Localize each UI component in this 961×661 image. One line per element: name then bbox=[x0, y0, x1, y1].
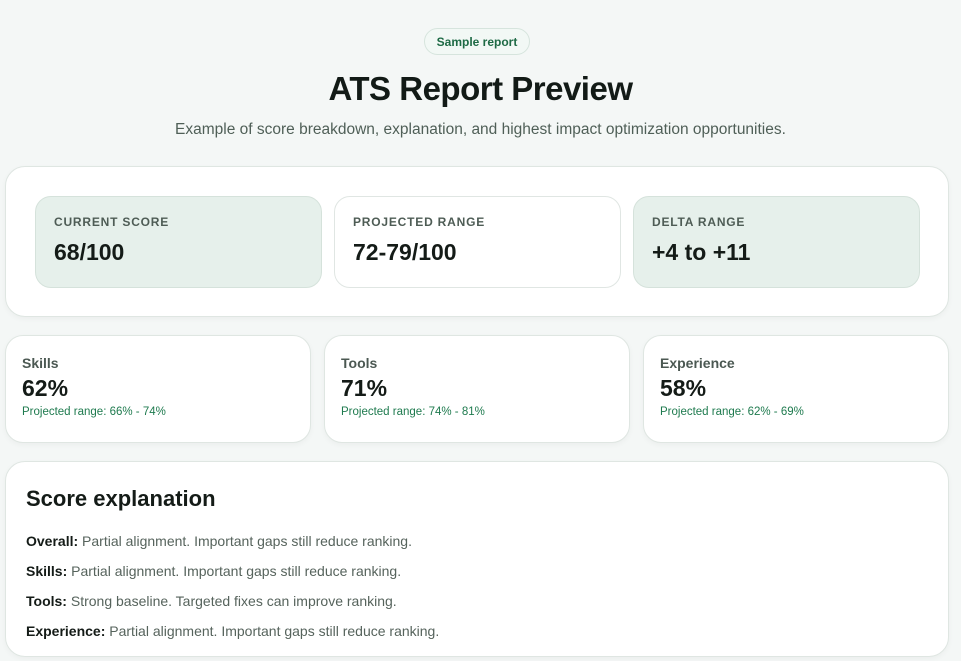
explanation-list: Overall: Partial alignment. Important ga… bbox=[26, 526, 928, 646]
category-projected-range: Projected range: 74% - 81% bbox=[341, 406, 485, 418]
explanation-text: Partial alignment. Important gaps still … bbox=[105, 623, 440, 639]
explanation-text: Strong baseline. Targeted fixes can impr… bbox=[66, 593, 397, 609]
category-projected-range: Projected range: 62% - 69% bbox=[660, 406, 804, 418]
category-projected-range: Projected range: 66% - 74% bbox=[22, 406, 166, 418]
stat-label: DELTA RANGE bbox=[652, 215, 746, 229]
category-name: Experience bbox=[660, 355, 735, 371]
sample-report-badge: Sample report bbox=[424, 28, 530, 55]
category-name: Skills bbox=[22, 355, 59, 371]
projected-range-stat: PROJECTED RANGE 72-79/100 bbox=[334, 196, 621, 288]
stat-value: 68/100 bbox=[54, 239, 125, 265]
explanation-row-experience: Experience: Partial alignment. Important… bbox=[26, 616, 928, 646]
category-name: Tools bbox=[341, 355, 378, 371]
explanation-text: Partial alignment. Important gaps still … bbox=[67, 563, 402, 579]
explanation-key: Tools: bbox=[26, 593, 67, 609]
stat-value: +4 to +11 bbox=[652, 239, 751, 265]
explanation-key: Experience: bbox=[26, 623, 106, 639]
category-percent: 71% bbox=[341, 375, 388, 401]
stat-value: 72-79/100 bbox=[353, 239, 457, 265]
skills-category-card: Skills 62% Projected range: 66% - 74% bbox=[5, 335, 311, 443]
explanation-row-tools: Tools: Strong baseline. Targeted fixes c… bbox=[26, 586, 928, 616]
experience-category-card: Experience 58% Projected range: 62% - 69… bbox=[643, 335, 949, 443]
score-summary-card: CURRENT SCORE 68/100 PROJECTED RANGE 72-… bbox=[5, 166, 949, 317]
delta-range-stat: DELTA RANGE +4 to +11 bbox=[633, 196, 920, 288]
tools-category-card: Tools 71% Projected range: 74% - 81% bbox=[324, 335, 630, 443]
report-preview-page: Sample report ATS Report Preview Example… bbox=[0, 0, 961, 661]
explanation-row-skills: Skills: Partial alignment. Important gap… bbox=[26, 556, 928, 586]
category-percent: 62% bbox=[22, 375, 69, 401]
category-percent: 58% bbox=[660, 375, 707, 401]
stat-label: CURRENT SCORE bbox=[54, 215, 170, 229]
score-explanation-card: Score explanation Overall: Partial align… bbox=[5, 461, 949, 657]
current-score-stat: CURRENT SCORE 68/100 bbox=[35, 196, 322, 288]
explanation-key: Skills: bbox=[26, 563, 68, 579]
stat-label: PROJECTED RANGE bbox=[353, 215, 486, 229]
explanation-title: Score explanation bbox=[26, 486, 216, 511]
explanation-key: Overall: bbox=[26, 533, 79, 549]
explanation-row-overall: Overall: Partial alignment. Important ga… bbox=[26, 526, 928, 556]
page-subtitle: Example of score breakdown, explanation,… bbox=[175, 121, 786, 138]
page-title: ATS Report Preview bbox=[328, 70, 633, 107]
explanation-text: Partial alignment. Important gaps still … bbox=[78, 533, 412, 549]
